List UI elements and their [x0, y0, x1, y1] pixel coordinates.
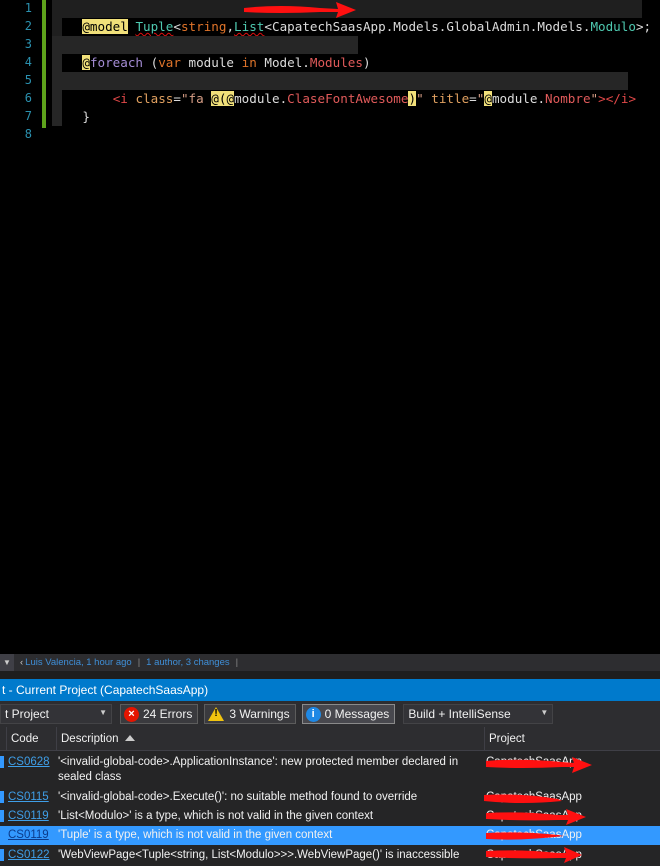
blame-summary-link[interactable]: 1 author, 3 changes: [146, 657, 229, 668]
error-list-grid: Code Description Project CS0628 '<invali…: [0, 727, 660, 866]
error-code-link[interactable]: CS0115: [8, 788, 49, 805]
info-icon: i: [305, 706, 321, 722]
line-number: 6: [24, 91, 32, 105]
error-description: 'List<Modulo>' is a type, which is not v…: [58, 810, 374, 822]
error-code-link[interactable]: CS0628: [8, 753, 50, 770]
error-code-link[interactable]: CS0119: [8, 807, 49, 824]
messages-count: 0 Messages: [324, 707, 390, 721]
error-list-toolbar: t Project ▼ × 24 Errors ! 3 Warnings i 0…: [0, 701, 660, 727]
separator: |: [235, 657, 239, 668]
chevron-down-icon: ▼: [99, 708, 107, 717]
grid-header: Code Description Project: [0, 727, 660, 751]
sort-ascending-icon: [124, 735, 135, 741]
panel-gap: [0, 671, 660, 679]
errors-count: 24 Errors: [143, 707, 193, 721]
row-marker: [0, 810, 4, 822]
scope-dropdown[interactable]: t Project ▼: [0, 704, 112, 724]
error-code-link[interactable]: CS0119: [8, 826, 49, 843]
codelens-bar: ▼ ‹ Luis Valencia, 1 hour ago | 1 author…: [0, 654, 660, 671]
annotation-arrows: [484, 757, 592, 863]
warnings-count: 3 Warnings: [229, 707, 290, 721]
line-number-gutter: 1 2 3 4 5 6 7 8: [0, 0, 42, 654]
error-list-title[interactable]: t - Current Project (CapatechSaasApp): [0, 679, 660, 701]
scope-dropdown-label: t Project: [5, 707, 50, 721]
error-description: '<invalid-global-code>.Execute()': no su…: [58, 791, 418, 803]
code-line-3[interactable]: @foreach (var module in Model.Modules): [52, 36, 371, 70]
chevron-down-icon: ▼: [540, 708, 549, 717]
separator: |: [137, 657, 141, 668]
code-editor[interactable]: 1 2 3 4 5 6 7 8 @model Tuple<string,List…: [0, 0, 660, 654]
code-line-7[interactable]: [52, 108, 62, 126]
line-number: 4: [24, 55, 32, 69]
warning-icon: !: [208, 707, 225, 721]
chevron-down-icon[interactable]: ▼: [0, 654, 14, 671]
code-line-6[interactable]: }: [52, 90, 90, 124]
row-marker: [0, 849, 4, 861]
build-filter-label: Build + IntelliSense: [408, 707, 511, 721]
line-number: 1: [24, 1, 32, 15]
messages-filter-button[interactable]: i 0 Messages: [301, 704, 396, 724]
change-indicator-bar: [42, 0, 46, 128]
column-header-project[interactable]: Project: [484, 727, 660, 751]
code-line-5[interactable]: <i class="fa @(@module.ClaseFontAwesome)…: [52, 72, 636, 106]
error-description: '<invalid-global-code>.ApplicationInstan…: [58, 756, 459, 783]
errors-filter-button[interactable]: × 24 Errors: [120, 704, 199, 724]
line-number: 7: [24, 109, 32, 123]
error-code-link[interactable]: CS0122: [8, 846, 50, 863]
row-marker: [0, 756, 4, 768]
error-icon: ×: [124, 706, 139, 722]
warnings-filter-button[interactable]: ! 3 Warnings: [204, 704, 296, 724]
code-line-2[interactable]: [52, 18, 62, 36]
column-header-description[interactable]: Description: [56, 727, 484, 751]
line-number: 5: [24, 73, 32, 87]
blame-author-link[interactable]: Luis Valencia, 1 hour ago: [25, 657, 132, 668]
row-marker: [0, 791, 4, 803]
error-description: 'WebViewPage<Tuple<string, List<Modulo>>…: [58, 849, 460, 861]
column-header-code[interactable]: Code: [6, 727, 56, 751]
line-number: 3: [24, 37, 32, 51]
line-number: 8: [24, 127, 32, 141]
code-line-4[interactable]: {: [52, 54, 90, 88]
error-description: 'Tuple' is a type, which is not valid in…: [58, 829, 333, 841]
line-number: 2: [24, 19, 32, 33]
chevron-left-icon: ‹: [20, 657, 24, 668]
annotation-arrow: [244, 2, 356, 18]
build-filter-dropdown[interactable]: Build + IntelliSense ▼: [403, 704, 554, 724]
